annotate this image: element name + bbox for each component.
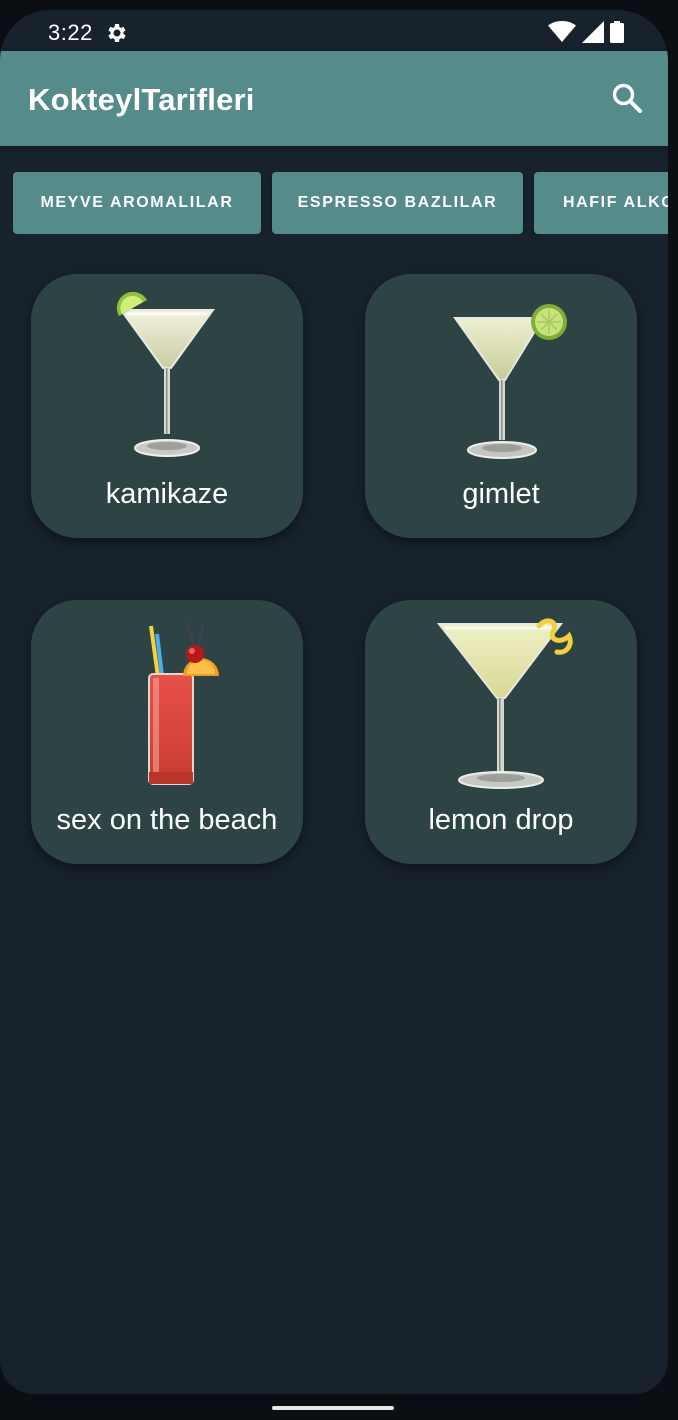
- category-chips: MEYVE AROMALILAR ESPRESSO BAZLILAR HAFIF…: [13, 172, 668, 234]
- cocktail-name: gimlet: [462, 478, 540, 510]
- app-bar: KokteylTarifleri: [0, 51, 668, 146]
- cocktail-image-kamikaze: [31, 288, 303, 464]
- search-button[interactable]: [608, 81, 646, 119]
- cocktail-image-gimlet: [365, 288, 637, 464]
- status-time: 3:22: [48, 20, 93, 45]
- device-frame: 3:22 KokteylTarifleri MEYVE AROMALILAR E…: [0, 0, 678, 1420]
- category-chip-meyve-aromalilar[interactable]: MEYVE AROMALILAR: [13, 172, 261, 234]
- cocktail-card-lemon-drop[interactable]: lemon drop: [365, 600, 637, 864]
- status-bar: 3:22: [0, 10, 668, 54]
- cocktail-card-kamikaze[interactable]: kamikaze: [31, 274, 303, 538]
- signal-icon: [582, 21, 604, 48]
- cocktail-name: kamikaze: [105, 478, 229, 510]
- status-icons: [548, 21, 624, 48]
- category-chip-espresso-bazlilar[interactable]: ESPRESSO BAZLILAR: [272, 172, 523, 234]
- app-title: KokteylTarifleri: [28, 82, 255, 117]
- cocktail-card-sex-on-the-beach[interactable]: sex on the beach: [31, 600, 303, 864]
- cocktail-name: lemon drop: [428, 804, 574, 836]
- app-screen: 3:22 KokteylTarifleri MEYVE AROMALILAR E…: [0, 10, 668, 1394]
- cocktail-image-lemon-drop: [365, 614, 637, 790]
- wifi-icon: [548, 21, 576, 48]
- search-icon: [611, 82, 643, 119]
- home-indicator[interactable]: [272, 1406, 394, 1410]
- cocktail-card-gimlet[interactable]: gimlet: [365, 274, 637, 538]
- category-chip-hafif-alkollu[interactable]: HAFIF ALKO: [534, 172, 668, 234]
- settings-gear-icon: [105, 21, 129, 45]
- cocktail-name: sex on the beach: [56, 804, 278, 836]
- battery-icon: [610, 21, 624, 48]
- cocktail-image-sex-on-the-beach: [31, 614, 303, 790]
